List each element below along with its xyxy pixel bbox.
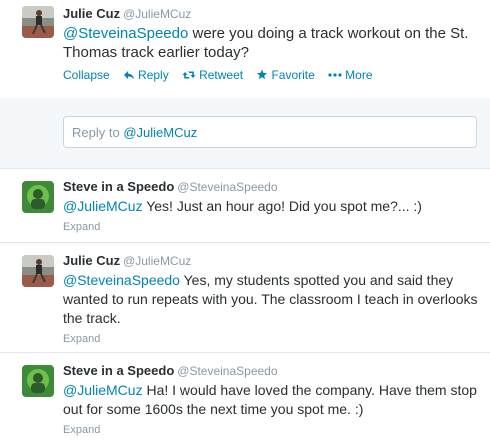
username[interactable]: @SteveinaSpeedo xyxy=(177,180,277,194)
reply-button[interactable]: Reply xyxy=(123,68,169,82)
avatar[interactable] xyxy=(22,181,54,213)
reply-label: Reply xyxy=(138,68,169,82)
favorite-button[interactable]: Favorite xyxy=(256,68,315,82)
reply-icon xyxy=(124,71,135,80)
tweet-text-body: Yes! Just an hour ago! Did you spot me?.… xyxy=(142,198,422,214)
tweet-actions: Collapse Reply Retweet Favorite More xyxy=(63,68,484,82)
tweet-header: Steve in a Speedo @SteveinaSpeedo xyxy=(63,363,484,379)
runner-avatar-icon xyxy=(22,255,54,287)
mention-link[interactable]: @SteveinaSpeedo xyxy=(63,25,188,42)
avatar[interactable] xyxy=(22,365,54,397)
expand-link[interactable]: Expand xyxy=(63,423,484,437)
tweet-header: Steve in a Speedo @SteveinaSpeedo xyxy=(63,179,484,195)
reply-placeholder-prefix: Reply to xyxy=(72,125,124,140)
avatar[interactable] xyxy=(22,6,54,38)
reply-placeholder-mention: @JulieMCuz xyxy=(123,125,198,140)
mention-link[interactable]: @JulieMCuz xyxy=(63,198,143,214)
mention-link[interactable]: @SteveinaSpeedo xyxy=(63,272,180,288)
fullname[interactable]: Steve in a Speedo xyxy=(63,363,174,378)
reply-input[interactable]: Reply to @JulieMCuz xyxy=(63,116,477,148)
swimmer-avatar-icon xyxy=(22,181,54,213)
reply-area: Reply to @JulieMCuz xyxy=(0,98,490,168)
tweet[interactable]: Julie Cuz @JulieMCuz @SteveinaSpeedo Yes,… xyxy=(0,243,490,352)
retweet-button[interactable]: Retweet xyxy=(182,68,243,82)
favorite-label: Favorite xyxy=(271,68,315,82)
avatar[interactable] xyxy=(22,255,54,287)
more-dots-icon xyxy=(328,73,342,77)
more-label: More xyxy=(345,68,373,82)
fullname[interactable]: Steve in a Speedo xyxy=(63,179,174,194)
swimmer-avatar-icon xyxy=(22,365,54,397)
mention-link[interactable]: @JulieMCuz xyxy=(63,382,143,398)
fullname[interactable]: Julie Cuz xyxy=(63,6,120,21)
runner-avatar-icon xyxy=(22,6,54,38)
collapse-link[interactable]: Collapse xyxy=(63,68,110,82)
tweet-text: @JulieMCuz Yes! Just an hour ago! Did yo… xyxy=(63,197,484,216)
tweet[interactable]: Steve in a Speedo @SteveinaSpeedo @JulieM… xyxy=(0,353,490,441)
expand-link[interactable]: Expand xyxy=(63,220,484,234)
username[interactable]: @JulieMCuz xyxy=(123,254,191,268)
username[interactable]: @SteveinaSpeedo xyxy=(177,364,277,378)
more-button[interactable]: More xyxy=(328,68,373,82)
tweet-text: @JulieMCuz Ha! I would have loved the co… xyxy=(63,381,484,419)
tweet[interactable]: Steve in a Speedo @SteveinaSpeedo @JulieM… xyxy=(0,169,490,241)
expand-link[interactable]: Expand xyxy=(63,332,484,346)
username[interactable]: @JulieMCuz xyxy=(123,7,191,21)
tweet-header: Julie Cuz @JulieMCuz xyxy=(63,6,484,22)
tweet-header: Julie Cuz @JulieMCuz xyxy=(63,253,484,269)
tweet-text: @SteveinaSpeedo were you doing a track w… xyxy=(63,24,484,62)
retweet-label: Retweet xyxy=(199,68,244,82)
tweet-text: @SteveinaSpeedo Yes, my students spotted… xyxy=(63,271,484,328)
fullname[interactable]: Julie Cuz xyxy=(63,253,120,268)
retweet-icon xyxy=(182,71,196,79)
tweet-expanded: Julie Cuz @JulieMCuz @SteveinaSpeedo were… xyxy=(0,0,490,98)
star-icon xyxy=(257,69,268,80)
